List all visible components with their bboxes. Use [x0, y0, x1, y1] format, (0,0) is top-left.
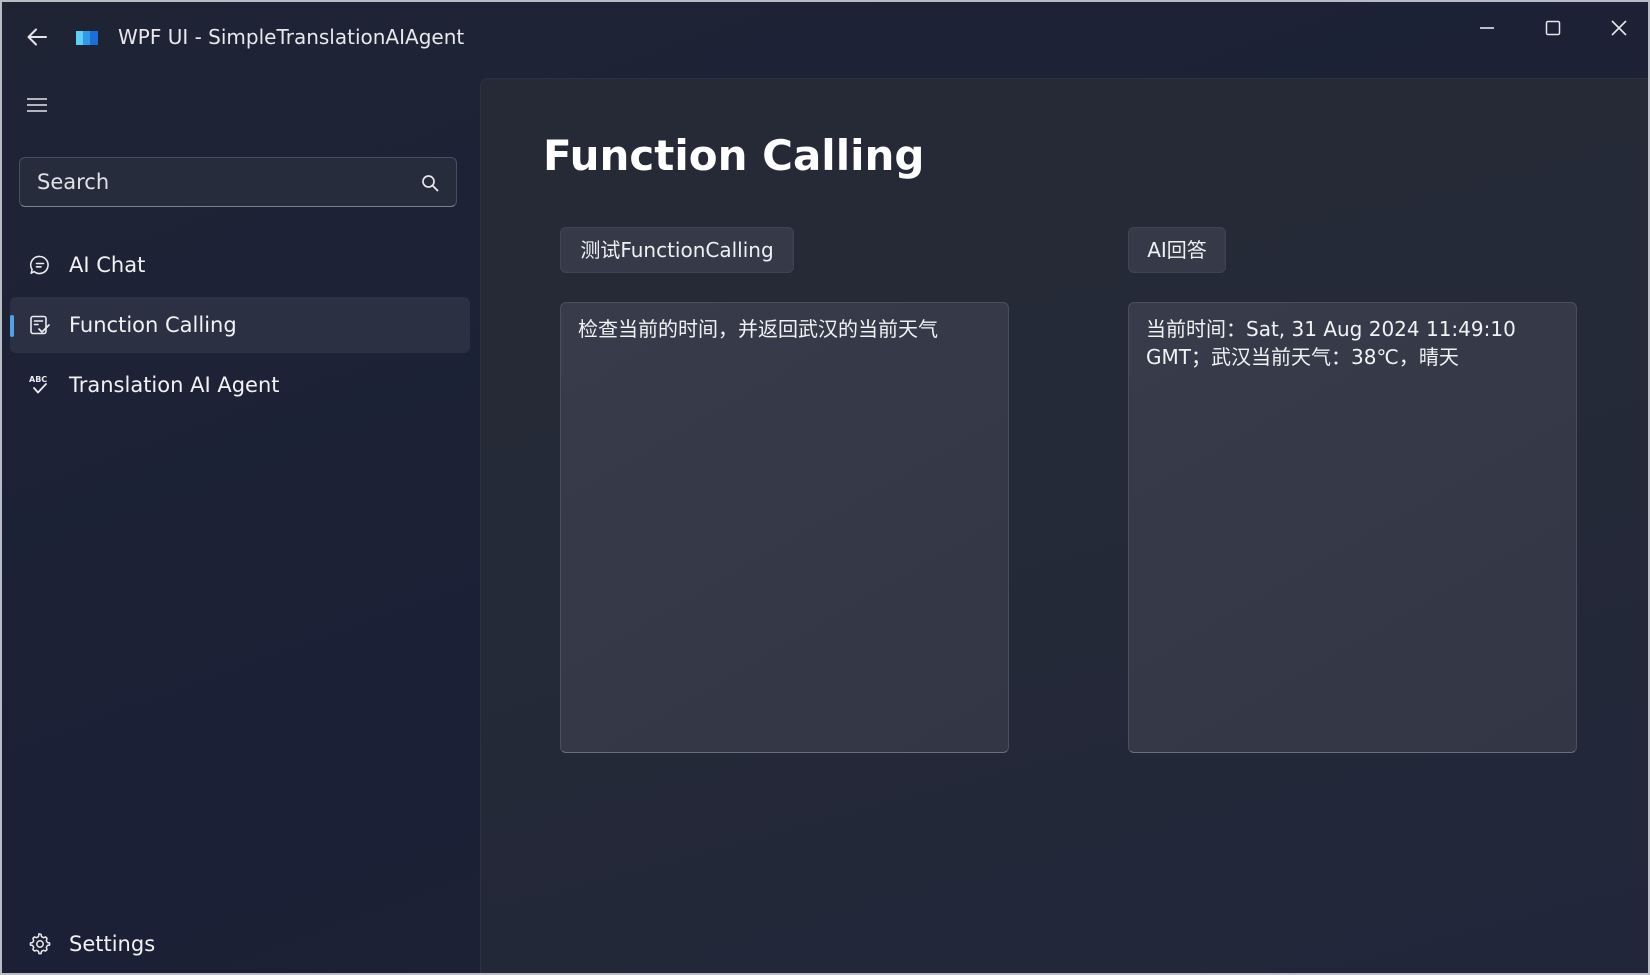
gear-icon — [29, 933, 51, 955]
content-area: Function Calling 测试FunctionCalling AI回答 … — [480, 78, 1648, 973]
svg-text:ABC: ABC — [29, 375, 47, 384]
sidebar-item-label: Settings — [69, 932, 156, 956]
ai-response-output[interactable]: 当前时间：Sat, 31 Aug 2024 11:49:10 GMT；武汉当前天… — [1128, 302, 1577, 753]
minimize-icon — [1480, 27, 1494, 29]
title-bar: WPF UI - SimpleTranslationAIAgent — [2, 2, 1648, 72]
app-window: WPF UI - SimpleTranslationAIAgent Search… — [2, 2, 1648, 973]
abc-spellcheck-icon: ABC — [29, 375, 47, 394]
test-function-calling-button[interactable]: 测试FunctionCalling — [560, 227, 794, 273]
chat-bubble-icon — [29, 255, 49, 275]
window-title: WPF UI - SimpleTranslationAIAgent — [118, 25, 465, 49]
minimize-button[interactable] — [1460, 10, 1514, 46]
hamburger-menu-button[interactable] — [20, 90, 54, 120]
sidebar-item-label: AI Chat — [69, 253, 146, 277]
prompt-input[interactable]: 检查当前的时间，并返回武汉的当前天气 — [560, 302, 1009, 753]
sidebar-item-label: Function Calling — [69, 313, 237, 337]
back-button[interactable] — [20, 20, 54, 54]
app-logo-icon — [76, 30, 100, 46]
sidebar-item-function-calling[interactable]: Function Calling — [10, 297, 470, 353]
search-box — [19, 157, 457, 207]
maximize-icon — [1545, 20, 1561, 36]
maximize-button[interactable] — [1526, 10, 1580, 46]
hamburger-icon — [27, 98, 47, 112]
arrow-left-icon — [27, 28, 47, 46]
close-button[interactable] — [1592, 10, 1646, 46]
sidebar-item-label: Translation AI Agent — [69, 373, 280, 397]
sidebar-item-settings[interactable]: Settings — [10, 916, 470, 972]
ai-answer-button[interactable]: AI回答 — [1128, 227, 1226, 273]
active-indicator — [10, 315, 14, 337]
function-form-icon — [30, 315, 50, 335]
search-icon[interactable] — [420, 173, 440, 193]
close-icon — [1611, 20, 1627, 36]
sidebar-item-ai-chat[interactable]: AI Chat — [10, 237, 470, 293]
sidebar-item-translation-ai-agent[interactable]: ABC Translation AI Agent — [10, 357, 470, 413]
page-title: Function Calling — [543, 131, 925, 180]
search-input[interactable] — [20, 158, 400, 206]
